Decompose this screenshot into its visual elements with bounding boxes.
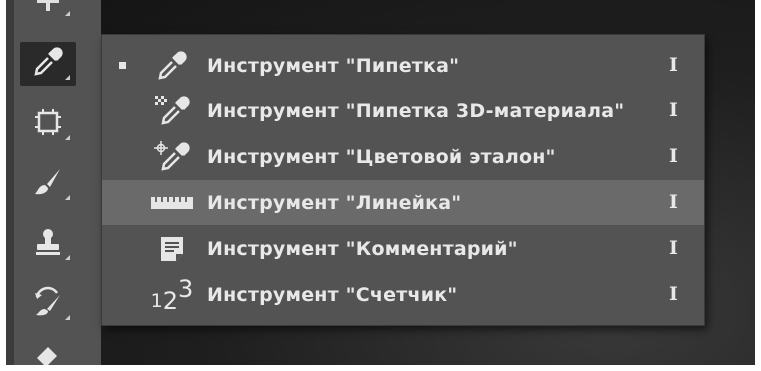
shortcut-key: I (669, 99, 678, 121)
photoshop-window: Инструмент "Пипетка" I Инструмент "Пипет… (6, 0, 755, 365)
submenu-corner (65, 195, 70, 200)
shortcut-key: I (669, 54, 678, 76)
shortcut-key: I (669, 191, 678, 213)
selected-marker (119, 62, 126, 69)
brush-tool[interactable] (20, 162, 76, 206)
move-icon (31, 0, 65, 19)
note-icon (144, 230, 200, 267)
submenu-corner (65, 315, 70, 320)
shortcut-key: I (669, 145, 678, 167)
count-glyph-2: 2 (162, 286, 179, 315)
menu-item-label: Инструмент "Пипетка" (207, 55, 460, 77)
history-brush-icon (31, 285, 65, 323)
menu-item-count[interactable]: 123 Инструмент "Счетчик" I (102, 272, 704, 317)
stamp-tool[interactable] (20, 222, 76, 266)
count-icon: 123 (144, 274, 200, 315)
color-sampler-icon (144, 138, 200, 175)
menu-item-label: Инструмент "Линейка" (207, 192, 462, 214)
3d-material-eyedropper-icon (144, 92, 200, 129)
shortcut-key: I (669, 237, 678, 259)
count-glyph-3: 3 (178, 274, 194, 303)
eyedropper-flyout-menu: Инструмент "Пипетка" I Инструмент "Пипет… (101, 34, 705, 326)
menu-item-label: Инструмент "Комментарий" (207, 238, 518, 260)
menu-item-eyedropper[interactable]: Инструмент "Пипетка" I (102, 43, 704, 88)
artboard-tool[interactable] (20, 102, 76, 146)
count-glyph-1: 1 (150, 289, 163, 312)
submenu-corner (65, 135, 70, 140)
move-tool[interactable] (20, 0, 76, 22)
eraser-tool[interactable] (20, 340, 76, 365)
menu-item-label: Инструмент "Цветовой эталон" (207, 146, 556, 168)
stamp-icon (31, 225, 65, 263)
menu-item-note[interactable]: Инструмент "Комментарий" I (102, 226, 704, 271)
menu-item-label: Инструмент "Пипетка 3D-материала" (207, 100, 625, 122)
submenu-corner (65, 11, 70, 16)
ruler-icon (144, 184, 200, 221)
eyedropper-tool[interactable] (20, 42, 76, 86)
menu-item-3d-material-eyedropper[interactable]: Инструмент "Пипетка 3D-материала" I (102, 88, 704, 133)
eyedropper-icon (144, 47, 200, 84)
submenu-corner (65, 75, 70, 80)
panel-edge (6, 0, 14, 365)
eraser-icon (31, 343, 65, 365)
history-brush-tool[interactable] (20, 282, 76, 326)
submenu-corner (65, 255, 70, 260)
tools-panel (6, 0, 101, 365)
eyedropper-icon (31, 45, 65, 83)
shortcut-key: I (669, 283, 678, 305)
menu-item-label: Инструмент "Счетчик" (207, 284, 458, 306)
brush-icon (31, 165, 65, 203)
menu-item-color-sampler[interactable]: Инструмент "Цветовой эталон" I (102, 134, 704, 179)
menu-item-ruler[interactable]: Инструмент "Линейка" I (102, 180, 704, 225)
artboard-icon (31, 105, 65, 143)
